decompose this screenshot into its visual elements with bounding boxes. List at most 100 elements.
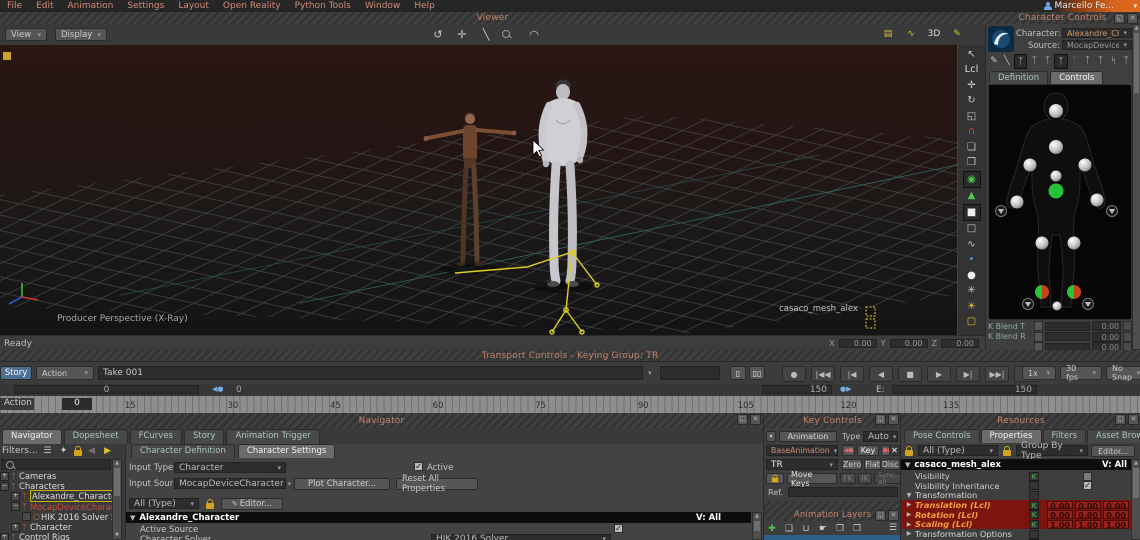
- edit-pencil-icon[interactable]: ✎: [988, 54, 1000, 67]
- range-slider-icon[interactable]: ●▶: [840, 385, 852, 393]
- x-value-field[interactable]: 0.00: [839, 339, 877, 348]
- paste-icon[interactable]: ❐: [964, 156, 980, 171]
- character-dropdown[interactable]: Alexandre_Character: [1062, 28, 1132, 38]
- list-view-icon[interactable]: ☰: [42, 446, 54, 457]
- property-value-y[interactable]: 0.00: [1075, 510, 1101, 519]
- light-sun-icon[interactable]: ☀: [964, 299, 980, 314]
- close-panel-icon[interactable]: ✕: [1128, 414, 1139, 425]
- resources-tab[interactable]: Pose Controls: [904, 429, 980, 443]
- blend-value-field[interactable]: 0.00: [1092, 332, 1121, 342]
- blend-key-button[interactable]: [1034, 332, 1043, 342]
- key-button[interactable]: Key: [857, 445, 879, 456]
- menu-item[interactable]: Open Reality: [223, 1, 281, 11]
- mirror-pose-icon[interactable]: ᛏ: [1082, 54, 1094, 67]
- skeleton-pose-icon-2[interactable]: ᛉ: [1041, 54, 1053, 67]
- skeleton-pose-icon-4[interactable]: ᛉ: [1069, 54, 1081, 67]
- active-source-checkbox[interactable]: [614, 524, 623, 533]
- key-button[interactable]: [1029, 491, 1039, 500]
- ref-field[interactable]: [788, 487, 898, 497]
- property-value-z[interactable]: 0.00: [1103, 510, 1129, 519]
- record-button[interactable]: ●: [782, 366, 806, 382]
- key-button[interactable]: K: [1029, 472, 1039, 481]
- story-button[interactable]: Story: [0, 366, 32, 380]
- lock-icon-2[interactable]: [1003, 450, 1011, 456]
- settings-scrollbar[interactable]: ▲: [752, 512, 762, 540]
- previous-key-button[interactable]: |◀: [840, 366, 864, 382]
- translate-tool-icon[interactable]: ✛: [964, 78, 980, 93]
- float-panel-icon[interactable]: ◱: [875, 414, 886, 425]
- disc-button[interactable]: Disc.: [883, 459, 900, 470]
- full-body-icon[interactable]: ᛉ: [1120, 54, 1132, 67]
- range-out-field[interactable]: 150: [892, 385, 1037, 394]
- collapse-icon[interactable]: ▼: [130, 514, 135, 522]
- key-button[interactable]: K: [1029, 501, 1039, 510]
- editor-button[interactable]: Editor...: [1091, 445, 1135, 457]
- property-value-z[interactable]: [1103, 530, 1129, 539]
- property-row[interactable]: ▶ Translation (Lcl) K 0.00 0.00 0.00: [901, 500, 1131, 510]
- zero-button[interactable]: Zero: [842, 459, 862, 470]
- filters-button[interactable]: Filters...: [2, 446, 38, 456]
- property-value-z[interactable]: 1.00: [1103, 520, 1129, 529]
- user-account[interactable]: Marcello Fe...: [1044, 0, 1114, 12]
- stop-button[interactable]: ■: [898, 366, 922, 382]
- key-button[interactable]: K: [1029, 520, 1039, 529]
- selection-box-icon[interactable]: ▢: [964, 315, 980, 330]
- menu-item[interactable]: Layout: [178, 1, 209, 11]
- character-settings-tab[interactable]: Character Settings: [238, 444, 336, 458]
- sync-all-button[interactable]: Sync. All...: [874, 473, 901, 484]
- property-expander[interactable]: ▶: [905, 501, 913, 508]
- source-dropdown[interactable]: MocapDeviceCharacter: [1062, 40, 1132, 50]
- blend-value-field[interactable]: 0.00: [1092, 321, 1121, 331]
- lock-icon[interactable]: [206, 503, 214, 509]
- selected-layer-row[interactable]: [764, 535, 901, 540]
- delete-layer-icon[interactable]: ⊔: [800, 523, 812, 534]
- navigator-tab[interactable]: Navigator: [2, 429, 62, 444]
- tree-item[interactable]: + ᛉ Cameras: [0, 471, 112, 481]
- secondary-field[interactable]: [660, 366, 720, 380]
- property-value-y[interactable]: [1075, 530, 1101, 539]
- character-controls-scrollbar[interactable]: ▲: [1132, 24, 1140, 350]
- property-value-x[interactable]: 1.00: [1047, 520, 1073, 529]
- property-row[interactable]: Visibility K: [901, 471, 1131, 481]
- display-dropdown[interactable]: Display: [55, 28, 107, 41]
- take-dropdown-icon[interactable]: ▾: [648, 369, 652, 377]
- menu-item[interactable]: Edit: [36, 1, 53, 11]
- viewport-corner-icon[interactable]: [3, 52, 11, 60]
- navigator-tab[interactable]: Dopesheet: [64, 429, 128, 444]
- property-value-x[interactable]: 0.00: [1047, 501, 1073, 510]
- float-panel-icon[interactable]: ◱: [1114, 13, 1125, 24]
- orbit-camera-icon[interactable]: ↺: [428, 26, 448, 42]
- layer-list-icon[interactable]: ☰: [889, 523, 897, 533]
- fps-dropdown[interactable]: 30 fps: [1060, 366, 1102, 380]
- menu-item[interactable]: Settings: [127, 1, 164, 11]
- star-filter-icon[interactable]: ✦: [58, 446, 70, 457]
- property-row[interactable]: ▶ Rotation (Lcl) K 0.00 0.00 0.00: [901, 510, 1131, 520]
- spline-icon[interactable]: ∿: [964, 237, 980, 252]
- rotate-tool-icon[interactable]: ↻: [964, 94, 980, 109]
- tree-item[interactable]: + ᛉ Character: [0, 522, 112, 532]
- editor-button[interactable]: ✎Editor...: [221, 498, 283, 510]
- type-filter-dropdown[interactable]: All (Type): [918, 445, 998, 456]
- blend-slider[interactable]: [1045, 332, 1090, 341]
- property-expander[interactable]: ▶: [905, 511, 913, 518]
- input-type-dropdown[interactable]: Character: [174, 462, 286, 473]
- property-value-x[interactable]: 0.00: [1047, 510, 1073, 519]
- arc-icon[interactable]: ◠: [524, 26, 544, 42]
- tree-item[interactable]: + ᛉ Alexandre_Character: [0, 491, 112, 501]
- property-value-y[interactable]: [1075, 491, 1101, 500]
- property-value-y[interactable]: 1.00: [1075, 520, 1101, 529]
- next-frame-button[interactable]: ▶|: [956, 366, 980, 382]
- property-value-x[interactable]: [1047, 530, 1073, 539]
- blend-slider[interactable]: [1045, 322, 1090, 331]
- character-controls-tab[interactable]: Controls: [1050, 71, 1103, 85]
- tr-dropdown[interactable]: TR: [766, 459, 838, 470]
- key-tool-button[interactable]: [766, 473, 784, 484]
- current-frame-field[interactable]: 0: [14, 385, 199, 394]
- back-arrow-icon[interactable]: ◀: [86, 446, 98, 457]
- select-tool-icon[interactable]: ↖: [964, 47, 980, 62]
- navigator-tab[interactable]: FCurves: [130, 429, 182, 444]
- merge-layer-icon[interactable]: ☛: [817, 523, 829, 534]
- go-to-end-button[interactable]: ▶▶|: [985, 366, 1009, 382]
- tree-item[interactable]: − ᛉ MocapDeviceCharacter: [0, 502, 112, 512]
- cube-wire-icon[interactable]: □: [964, 222, 980, 237]
